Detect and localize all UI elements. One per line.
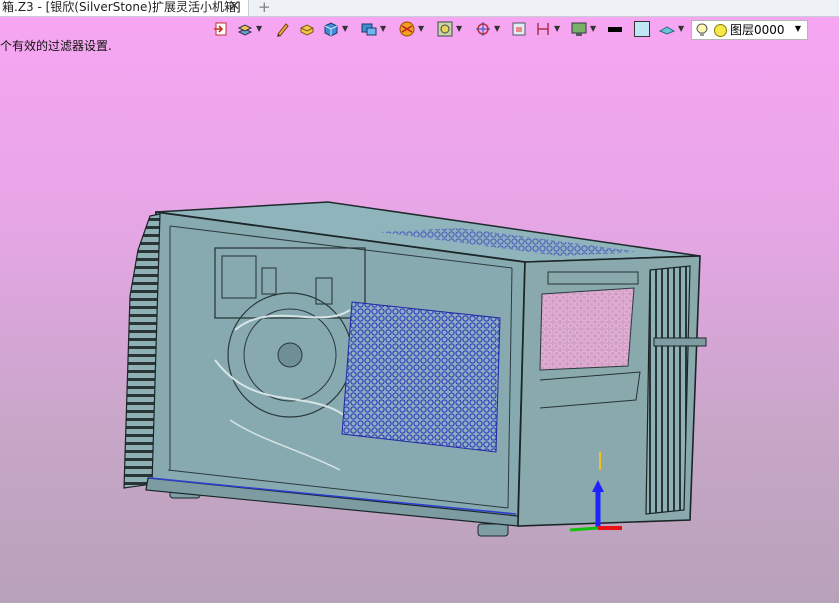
exit-icon[interactable]	[212, 20, 230, 38]
frame-icon[interactable]	[510, 20, 528, 38]
document-tab-title: 箱.Z3 - [银欣(SilverStone)扩展灵活小机箱]	[2, 0, 241, 14]
view-toolbar: ▼ ▼ ▼ ▼ ▼ ▼ ▼ ▼ ▼	[210, 19, 710, 41]
cube-icon[interactable]	[322, 20, 340, 38]
filter-icon[interactable]	[398, 20, 416, 38]
chevron-down-icon[interactable]: ▼	[256, 24, 262, 33]
snap-icon[interactable]	[436, 20, 454, 38]
chevron-down-icon[interactable]: ▼	[380, 24, 386, 33]
chevron-down-icon[interactable]: ▼	[342, 24, 348, 33]
pick-icon[interactable]	[474, 20, 492, 38]
chevron-down-icon[interactable]: ▼	[456, 24, 462, 33]
layers-icon[interactable]	[236, 20, 254, 38]
chevron-down-icon[interactable]: ▼	[418, 24, 424, 33]
view-icon[interactable]	[570, 20, 588, 38]
dimension-icon[interactable]	[534, 20, 552, 38]
box-swatch[interactable]	[634, 21, 650, 37]
layer-selector[interactable]: 图层0000 ▼	[691, 20, 808, 40]
document-tab[interactable]: 箱.Z3 - [银欣(SilverStone)扩展灵活小机箱] ✕	[0, 0, 249, 16]
new-tab-icon[interactable]: +	[258, 0, 271, 16]
chevron-down-icon[interactable]: ▼	[795, 20, 801, 38]
display-icon[interactable]	[360, 20, 378, 38]
color-swatch[interactable]	[608, 27, 622, 32]
chevron-down-icon[interactable]: ▼	[678, 24, 684, 33]
shade-icon[interactable]	[298, 20, 316, 38]
document-tab-bar: 箱.Z3 - [银欣(SilverStone)扩展灵活小机箱] ✕ +	[0, 0, 839, 17]
chevron-down-icon[interactable]: ▼	[590, 24, 596, 33]
shape-icon[interactable]	[658, 20, 676, 38]
chevron-down-icon[interactable]: ▼	[494, 24, 500, 33]
bulb-icon[interactable]	[695, 23, 709, 42]
layer-color-dot	[714, 24, 727, 37]
chevron-down-icon[interactable]: ▼	[554, 24, 560, 33]
filter-status-text: 个有效的过滤器设置.	[0, 39, 112, 53]
3d-model-silverstone-case	[123, 201, 707, 537]
pencil-icon[interactable]	[274, 20, 292, 38]
layer-name: 图层0000	[730, 23, 785, 37]
close-icon[interactable]: ✕	[229, 0, 240, 14]
